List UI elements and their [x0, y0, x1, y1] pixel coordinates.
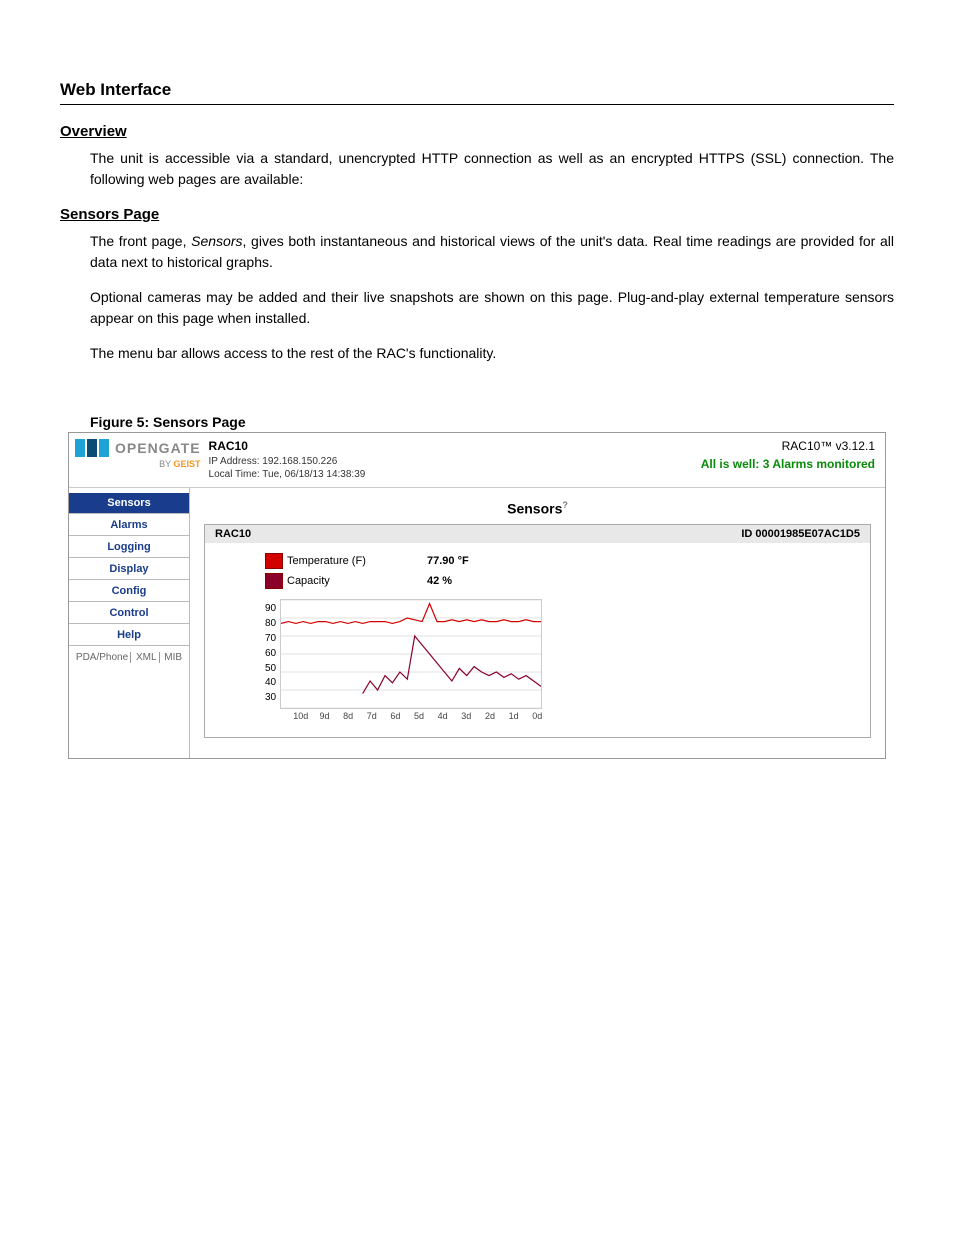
device-info-block: RAC10 IP Address: 192.168.150.226 Local … — [209, 439, 366, 481]
sensors-paragraph-1: The front page, Sensors, gives both inst… — [90, 231, 894, 273]
overview-paragraph: The unit is accessible via a standard, u… — [90, 148, 894, 190]
card-id-value: 00001985E07AC1D5 — [755, 528, 860, 540]
logo-byline: BY GEIST — [75, 459, 201, 469]
nav-sublinks: PDA/Phone XML MIB — [69, 646, 189, 669]
text-fragment: The front page, — [90, 233, 191, 249]
help-icon[interactable]: ? — [562, 500, 568, 510]
sensors-paragraph-2: Optional cameras may be added and their … — [90, 287, 894, 329]
readings-grid: Temperature (F) 77.90 °F Capacity 42 % — [265, 553, 840, 589]
sensors-paragraph-3: The menu bar allows access to the rest o… — [90, 343, 894, 364]
version-text: RAC10™ v3.12.1 — [701, 439, 875, 453]
sensors-page-screenshot: OPENGATE BY GEIST RAC10 IP Address: 192.… — [68, 432, 886, 759]
time-value: Tue, 06/18/13 14:38:39 — [262, 469, 365, 480]
figure-caption: Figure 5: Sensors Page — [90, 414, 894, 430]
history-chart: 90807060504030 — [265, 599, 840, 709]
temperature-label: Temperature (F) — [287, 555, 427, 567]
logo-blocks-icon — [75, 439, 111, 457]
local-time-line: Local Time: Tue, 06/18/13 14:38:39 — [209, 468, 366, 481]
byline-brand: GEIST — [174, 459, 201, 469]
logo-text: OPENGATE — [115, 440, 201, 456]
nav-item-config[interactable]: Config — [69, 580, 189, 602]
ip-label: IP Address: — [209, 456, 263, 467]
capacity-swatch-icon — [265, 573, 283, 589]
nav-sidebar: Sensors Alarms Logging Display Config Co… — [69, 488, 190, 759]
sublink-xml[interactable]: XML — [134, 652, 160, 663]
sublink-pdaphone[interactable]: PDA/Phone — [74, 652, 131, 663]
chart-x-axis-labels: 10d9d8d7d6d5d4d3d2d1d0d — [289, 711, 549, 721]
nav-item-control[interactable]: Control — [69, 602, 189, 624]
screenshot-header: OPENGATE BY GEIST RAC10 IP Address: 192.… — [69, 433, 885, 488]
nav-item-alarms[interactable]: Alarms — [69, 514, 189, 536]
capacity-value: 42 % — [427, 575, 527, 587]
panel-title: Sensors? — [204, 496, 871, 525]
main-panel: Sensors? RAC10 ID 00001985E07AC1D5 Tempe… — [190, 488, 885, 759]
device-card: RAC10 ID 00001985E07AC1D5 Temperature (F… — [204, 524, 871, 738]
section-title: Web Interface — [60, 80, 894, 105]
time-label: Local Time: — [209, 469, 263, 480]
opengate-logo: OPENGATE — [75, 439, 201, 457]
sensors-emphasis: Sensors — [191, 233, 242, 249]
sensors-page-heading: Sensors Page — [60, 206, 894, 223]
device-name: RAC10 — [209, 439, 366, 455]
temperature-swatch-icon — [265, 553, 283, 569]
card-name: RAC10 — [215, 528, 251, 540]
ip-value: 192.168.150.226 — [262, 456, 337, 467]
card-id: ID 00001985E07AC1D5 — [741, 528, 860, 540]
sublink-mib[interactable]: MIB — [162, 652, 184, 663]
nav-item-sensors[interactable]: Sensors — [69, 492, 189, 514]
nav-item-display[interactable]: Display — [69, 558, 189, 580]
header-right: RAC10™ v3.12.1 All is well: 3 Alarms mon… — [701, 439, 875, 471]
card-id-label: ID — [741, 528, 755, 540]
nav-item-help[interactable]: Help — [69, 624, 189, 646]
panel-title-text: Sensors — [507, 500, 562, 516]
capacity-label: Capacity — [287, 575, 427, 587]
card-header: RAC10 ID 00001985E07AC1D5 — [205, 525, 870, 543]
status-text: All is well: 3 Alarms monitored — [701, 457, 875, 471]
nav-item-logging[interactable]: Logging — [69, 536, 189, 558]
byline-prefix: BY — [159, 459, 173, 469]
overview-heading: Overview — [60, 123, 894, 140]
chart-y-axis-labels: 90807060504030 — [265, 603, 280, 703]
chart-plot-area — [280, 599, 542, 709]
ip-address-line: IP Address: 192.168.150.226 — [209, 455, 366, 468]
temperature-value: 77.90 °F — [427, 555, 527, 567]
